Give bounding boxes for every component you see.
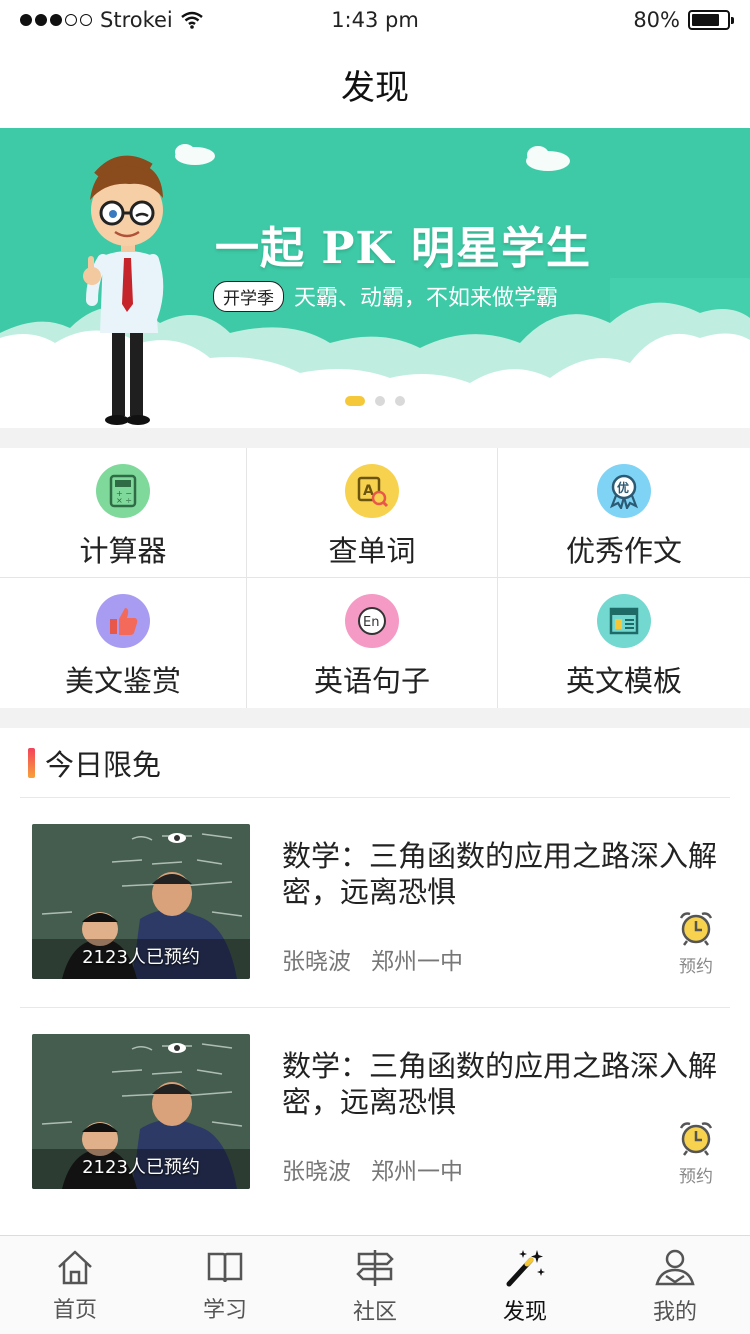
course-item[interactable]: 2123人已预约 数学：三角函数的应用之路深入解密，远离恐惧张晓波 郑州一中 预约: [20, 798, 730, 1008]
reservation-count: 2123人已预约: [82, 947, 200, 968]
reserve-label: 预约: [679, 1167, 713, 1187]
tools-grid: + − × ÷ 计算器 A 查单词 优优秀作文美文鉴赏 En 英语句子 英文模板: [0, 448, 750, 708]
course-meta: 张晓波 郑州一中: [282, 942, 463, 976]
word-search-icon: A: [345, 464, 399, 518]
home-icon: [55, 1248, 95, 1290]
section-header: 今日限免: [20, 728, 730, 798]
course-item[interactable]: 2123人已预约 数学：三角函数的应用之路深入解密，远离恐惧张晓波 郑州一中 预约: [20, 1008, 730, 1218]
tool-label: 计算器: [79, 534, 167, 568]
tool-label: 查单词: [328, 534, 416, 568]
tab-bar: 首页 学习 社区 发现 我的: [0, 1235, 750, 1334]
book-icon: [205, 1248, 245, 1290]
school-name: 郑州一中: [371, 1159, 463, 1185]
english-en-icon: En: [345, 594, 399, 648]
free-today-section: 今日限免 2123人已预约 数学：三角函数的应用之路深入解密，远离恐惧 张晓波 郑州一…: [0, 728, 750, 1235]
banner-illustration: [0, 128, 750, 428]
svg-text:优: 优: [617, 480, 629, 495]
status-left: Strokei: [20, 8, 203, 32]
user-icon: [653, 1248, 697, 1292]
magic-wand-icon: [503, 1248, 547, 1292]
tool-thumbs-up[interactable]: 美文鉴赏: [0, 578, 247, 708]
reservation-count: 2123人已预约: [82, 1157, 200, 1178]
tab-signpost[interactable]: 社区: [300, 1236, 450, 1334]
tool-label: 英文模板: [565, 664, 682, 698]
banner-slogan: 天霸、动霸，不如来做学霸: [294, 286, 559, 311]
reserve-button[interactable]: 预约: [676, 910, 716, 977]
page-title: 发现: [341, 67, 409, 108]
tab-label: 首页: [52, 1298, 97, 1323]
course-title: 数学：三角函数的应用之路深入解密，远离恐惧: [282, 839, 718, 909]
status-right: 80%: [633, 8, 734, 32]
tab-user[interactable]: 我的: [600, 1236, 750, 1334]
signpost-icon: [353, 1248, 397, 1292]
tab-home[interactable]: 首页: [0, 1236, 150, 1334]
signal-strength-icon: [20, 14, 92, 26]
teacher-name: 张晓波: [282, 949, 351, 975]
carousel-dot[interactable]: [375, 396, 385, 406]
section-title: 今日限免: [45, 747, 162, 782]
section-accent-bar: [28, 747, 35, 778]
course-meta: 张晓波 郑州一中: [282, 1152, 463, 1186]
tab-book[interactable]: 学习: [150, 1236, 300, 1334]
banner-subtitle: 开学季 天霸、动霸，不如来做学霸: [213, 280, 558, 312]
tool-label: 优秀作文: [565, 534, 682, 568]
tool-label: 英语句子: [313, 664, 430, 698]
carousel-dot[interactable]: [395, 396, 405, 406]
tab-magic-wand[interactable]: 发现: [450, 1236, 600, 1334]
reserve-button[interactable]: 预约: [676, 1120, 716, 1187]
tool-label: 美文鉴赏: [64, 664, 181, 698]
course-thumbnail: 2123人已预约: [32, 1034, 250, 1189]
course-list: 2123人已预约 数学：三角函数的应用之路深入解密，远离恐惧 张晓波 郑州一中 预约 21…: [0, 798, 750, 1218]
tab-label: 发现: [502, 1300, 547, 1325]
wifi-icon: [180, 11, 203, 29]
thumbs-up-icon: [96, 594, 150, 648]
template-icon: [597, 594, 651, 648]
tool-calculator[interactable]: + − × ÷ 计算器: [0, 448, 247, 578]
tab-label: 学习: [202, 1298, 247, 1323]
promo-banner[interactable]: 一起 PK 明星学生 开学季 天霸、动霸，不如来做学霸: [0, 128, 750, 428]
tab-label: 社区: [352, 1300, 397, 1325]
banner-tag: 开学季: [213, 280, 284, 312]
svg-text:× ÷: × ÷: [116, 496, 132, 505]
carousel-dot[interactable]: [345, 396, 365, 406]
alarm-clock-icon: [676, 1120, 716, 1160]
tool-word-search[interactable]: A 查单词: [247, 448, 498, 578]
carrier-name: Strokei: [100, 8, 173, 32]
reserve-label: 预约: [679, 957, 713, 977]
battery-level: [692, 14, 720, 26]
calculator-icon: + − × ÷: [96, 464, 150, 518]
teacher-name: 张晓波: [282, 1159, 351, 1185]
tool-english-en[interactable]: En 英语句子: [247, 578, 498, 708]
navigation-bar: 发现: [0, 40, 750, 128]
school-name: 郑州一中: [371, 949, 463, 975]
svg-text:En: En: [363, 615, 379, 630]
tab-label: 我的: [652, 1300, 697, 1325]
status-bar: Strokei 1:43 pm 80%: [0, 0, 750, 40]
tool-award-ribbon[interactable]: 优优秀作文: [498, 448, 750, 578]
alarm-clock-icon: [676, 910, 716, 950]
banner-title: 一起 PK 明星学生: [215, 223, 591, 274]
battery-percent: 80%: [633, 8, 680, 32]
course-thumbnail: 2123人已预约: [32, 824, 250, 979]
battery-icon: [688, 10, 734, 30]
carousel-indicator: [0, 396, 750, 406]
course-title: 数学：三角函数的应用之路深入解密，远离恐惧: [282, 1049, 718, 1119]
tool-template[interactable]: 英文模板: [498, 578, 750, 708]
award-ribbon-icon: 优: [597, 464, 651, 518]
